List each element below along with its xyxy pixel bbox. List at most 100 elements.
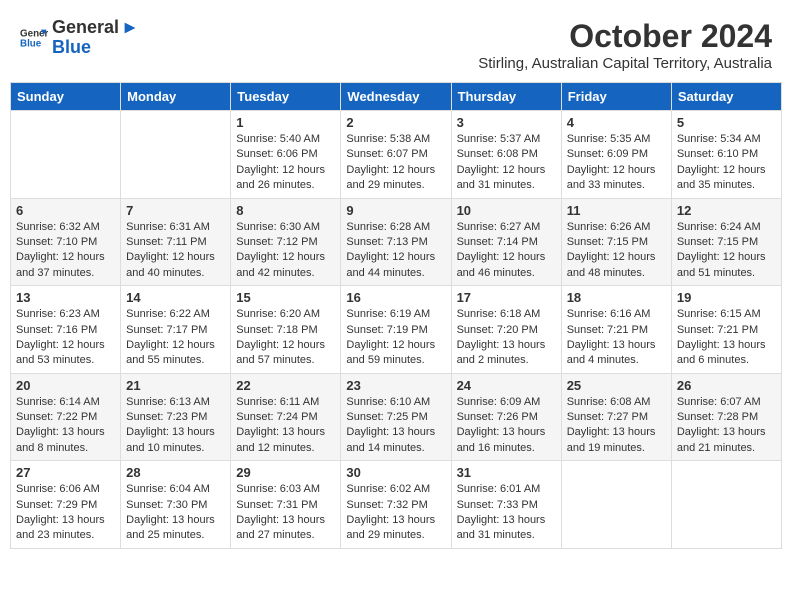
table-row: 31 Sunrise: 6:01 AM Sunset: 7:33 PM Dayli… bbox=[451, 461, 561, 549]
table-row: 2 Sunrise: 5:38 AM Sunset: 6:07 PM Daylig… bbox=[341, 111, 451, 199]
table-row: 7 Sunrise: 6:31 AM Sunset: 7:11 PM Daylig… bbox=[121, 198, 231, 286]
day-number: 30 bbox=[346, 465, 445, 480]
day-info: Sunrise: 5:40 AM Sunset: 6:06 PM Dayligh… bbox=[236, 132, 335, 194]
day-number: 18 bbox=[567, 290, 666, 305]
day-info: Sunrise: 6:24 AM Sunset: 7:15 PM Dayligh… bbox=[677, 220, 776, 282]
table-row: 30 Sunrise: 6:02 AM Sunset: 7:32 PM Dayli… bbox=[341, 461, 451, 549]
table-row: 13Sunrise: 6:23 AM Sunset: 7:16 PM Dayli… bbox=[11, 286, 121, 374]
table-row bbox=[11, 111, 121, 199]
calendar-table: SundayMondayTuesdayWednesdayThursdayFrid… bbox=[10, 82, 782, 549]
day-info: Sunrise: 6:08 AM Sunset: 7:27 PM Dayligh… bbox=[567, 395, 666, 457]
day-number: 15 bbox=[236, 290, 335, 305]
day-info: Sunrise: 6:22 AM Sunset: 7:17 PM Dayligh… bbox=[126, 307, 225, 369]
calendar-week-row: 1 Sunrise: 5:40 AM Sunset: 6:06 PM Daylig… bbox=[11, 111, 782, 199]
table-row: 24Sunrise: 6:09 AM Sunset: 7:26 PM Dayli… bbox=[451, 373, 561, 461]
day-info: Sunrise: 6:32 AM Sunset: 7:10 PM Dayligh… bbox=[16, 220, 115, 282]
table-row: 22 Sunrise: 6:11 AM Sunset: 7:24 PM Dayli… bbox=[231, 373, 341, 461]
day-number: 3 bbox=[457, 115, 556, 130]
table-row: 18 Sunrise: 6:16 AM Sunset: 7:21 PM Dayli… bbox=[561, 286, 671, 374]
title-area: October 2024 Stirling, Australian Capita… bbox=[478, 18, 772, 72]
day-number: 9 bbox=[346, 203, 445, 218]
day-info: Sunrise: 5:34 AM Sunset: 6:10 PM Dayligh… bbox=[677, 132, 776, 194]
day-number: 2 bbox=[346, 115, 445, 130]
day-number: 1 bbox=[236, 115, 335, 130]
day-info: Sunrise: 6:07 AM Sunset: 7:28 PM Dayligh… bbox=[677, 395, 776, 457]
day-number: 29 bbox=[236, 465, 335, 480]
day-info: Sunrise: 6:10 AM Sunset: 7:25 PM Dayligh… bbox=[346, 395, 445, 457]
calendar-header-wednesday: Wednesday bbox=[341, 83, 451, 111]
day-info: Sunrise: 6:09 AM Sunset: 7:26 PM Dayligh… bbox=[457, 395, 556, 457]
table-row: 25 Sunrise: 6:08 AM Sunset: 7:27 PM Dayli… bbox=[561, 373, 671, 461]
day-number: 31 bbox=[457, 465, 556, 480]
table-row: 1 Sunrise: 5:40 AM Sunset: 6:06 PM Daylig… bbox=[231, 111, 341, 199]
table-row: 27Sunrise: 6:06 AM Sunset: 7:29 PM Dayli… bbox=[11, 461, 121, 549]
table-row: 15Sunrise: 6:20 AM Sunset: 7:18 PM Dayli… bbox=[231, 286, 341, 374]
calendar-header-thursday: Thursday bbox=[451, 83, 561, 111]
day-number: 12 bbox=[677, 203, 776, 218]
day-info: Sunrise: 6:11 AM Sunset: 7:24 PM Dayligh… bbox=[236, 395, 335, 457]
calendar-header-saturday: Saturday bbox=[671, 83, 781, 111]
day-number: 21 bbox=[126, 378, 225, 393]
table-row: 9 Sunrise: 6:28 AM Sunset: 7:13 PM Daylig… bbox=[341, 198, 451, 286]
day-number: 19 bbox=[677, 290, 776, 305]
day-info: Sunrise: 6:13 AM Sunset: 7:23 PM Dayligh… bbox=[126, 395, 225, 457]
logo-general-text: General bbox=[52, 18, 119, 38]
day-number: 22 bbox=[236, 378, 335, 393]
day-number: 8 bbox=[236, 203, 335, 218]
table-row bbox=[121, 111, 231, 199]
table-row: 17Sunrise: 6:18 AM Sunset: 7:20 PM Dayli… bbox=[451, 286, 561, 374]
day-info: Sunrise: 6:03 AM Sunset: 7:31 PM Dayligh… bbox=[236, 482, 335, 544]
day-number: 5 bbox=[677, 115, 776, 130]
table-row: 10Sunrise: 6:27 AM Sunset: 7:14 PM Dayli… bbox=[451, 198, 561, 286]
table-row: 28Sunrise: 6:04 AM Sunset: 7:30 PM Dayli… bbox=[121, 461, 231, 549]
logo-blue-text: Blue bbox=[52, 38, 139, 58]
table-row: 19 Sunrise: 6:15 AM Sunset: 7:21 PM Dayli… bbox=[671, 286, 781, 374]
calendar-header-monday: Monday bbox=[121, 83, 231, 111]
month-title: October 2024 bbox=[478, 18, 772, 55]
subtitle: Stirling, Australian Capital Territory, … bbox=[478, 55, 772, 72]
day-number: 23 bbox=[346, 378, 445, 393]
calendar-header-sunday: Sunday bbox=[11, 83, 121, 111]
day-info: Sunrise: 6:01 AM Sunset: 7:33 PM Dayligh… bbox=[457, 482, 556, 544]
day-number: 16 bbox=[346, 290, 445, 305]
day-info: Sunrise: 6:31 AM Sunset: 7:11 PM Dayligh… bbox=[126, 220, 225, 282]
day-info: Sunrise: 6:15 AM Sunset: 7:21 PM Dayligh… bbox=[677, 307, 776, 369]
calendar-week-row: 27Sunrise: 6:06 AM Sunset: 7:29 PM Dayli… bbox=[11, 461, 782, 549]
day-info: Sunrise: 5:38 AM Sunset: 6:07 PM Dayligh… bbox=[346, 132, 445, 194]
table-row: 21 Sunrise: 6:13 AM Sunset: 7:23 PM Dayli… bbox=[121, 373, 231, 461]
table-row: 16 Sunrise: 6:19 AM Sunset: 7:19 PM Dayli… bbox=[341, 286, 451, 374]
calendar-header-friday: Friday bbox=[561, 83, 671, 111]
calendar-header-tuesday: Tuesday bbox=[231, 83, 341, 111]
svg-text:Blue: Blue bbox=[20, 38, 42, 49]
calendar-week-row: 6 Sunrise: 6:32 AM Sunset: 7:10 PM Daylig… bbox=[11, 198, 782, 286]
day-info: Sunrise: 6:02 AM Sunset: 7:32 PM Dayligh… bbox=[346, 482, 445, 544]
day-number: 14 bbox=[126, 290, 225, 305]
table-row: 3 Sunrise: 5:37 AM Sunset: 6:08 PM Daylig… bbox=[451, 111, 561, 199]
day-number: 6 bbox=[16, 203, 115, 218]
table-row: 11Sunrise: 6:26 AM Sunset: 7:15 PM Dayli… bbox=[561, 198, 671, 286]
table-row bbox=[671, 461, 781, 549]
day-number: 25 bbox=[567, 378, 666, 393]
calendar-week-row: 20Sunrise: 6:14 AM Sunset: 7:22 PM Dayli… bbox=[11, 373, 782, 461]
table-row: 23 Sunrise: 6:10 AM Sunset: 7:25 PM Dayli… bbox=[341, 373, 451, 461]
header: General Blue General Blue October 2024 S… bbox=[10, 10, 782, 76]
day-info: Sunrise: 6:28 AM Sunset: 7:13 PM Dayligh… bbox=[346, 220, 445, 282]
day-info: Sunrise: 6:04 AM Sunset: 7:30 PM Dayligh… bbox=[126, 482, 225, 544]
day-info: Sunrise: 6:27 AM Sunset: 7:14 PM Dayligh… bbox=[457, 220, 556, 282]
calendar-header-row: SundayMondayTuesdayWednesdayThursdayFrid… bbox=[11, 83, 782, 111]
day-number: 17 bbox=[457, 290, 556, 305]
day-number: 20 bbox=[16, 378, 115, 393]
calendar-week-row: 13Sunrise: 6:23 AM Sunset: 7:16 PM Dayli… bbox=[11, 286, 782, 374]
day-info: Sunrise: 5:37 AM Sunset: 6:08 PM Dayligh… bbox=[457, 132, 556, 194]
day-info: Sunrise: 6:16 AM Sunset: 7:21 PM Dayligh… bbox=[567, 307, 666, 369]
day-number: 7 bbox=[126, 203, 225, 218]
table-row bbox=[561, 461, 671, 549]
logo: General Blue General Blue bbox=[20, 18, 139, 58]
table-row: 6 Sunrise: 6:32 AM Sunset: 7:10 PM Daylig… bbox=[11, 198, 121, 286]
day-info: Sunrise: 6:19 AM Sunset: 7:19 PM Dayligh… bbox=[346, 307, 445, 369]
day-info: Sunrise: 5:35 AM Sunset: 6:09 PM Dayligh… bbox=[567, 132, 666, 194]
day-info: Sunrise: 6:06 AM Sunset: 7:29 PM Dayligh… bbox=[16, 482, 115, 544]
table-row: 8Sunrise: 6:30 AM Sunset: 7:12 PM Daylig… bbox=[231, 198, 341, 286]
day-info: Sunrise: 6:23 AM Sunset: 7:16 PM Dayligh… bbox=[16, 307, 115, 369]
table-row: 4Sunrise: 5:35 AM Sunset: 6:09 PM Daylig… bbox=[561, 111, 671, 199]
